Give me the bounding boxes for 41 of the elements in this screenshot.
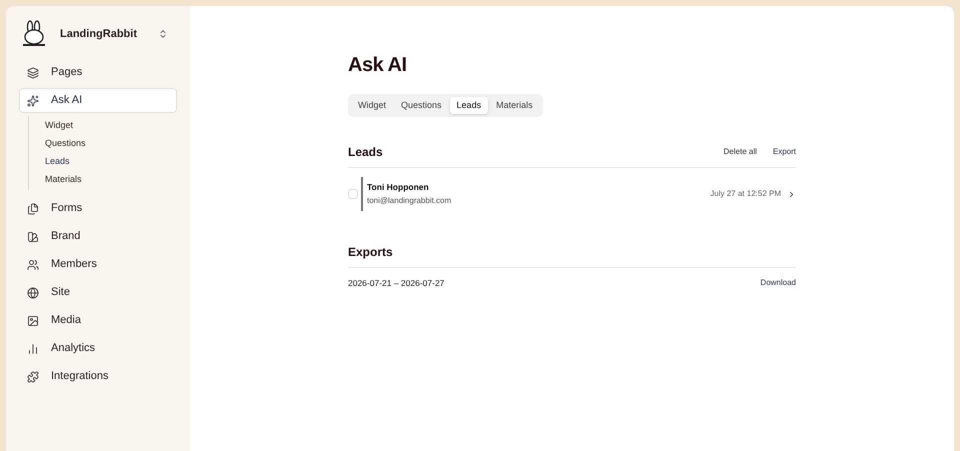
sidebar-item[interactable]: Members xyxy=(19,252,177,277)
image-icon xyxy=(27,314,39,326)
swatch-icon xyxy=(27,230,39,242)
download-link[interactable]: Download xyxy=(760,277,796,290)
lead-name: Toni Hopponen xyxy=(367,180,430,194)
section-title: Leads xyxy=(348,144,384,161)
sidebar-item[interactable]: Analytics xyxy=(19,336,177,361)
files-icon xyxy=(27,202,39,214)
sidebar-item[interactable]: Ask AI xyxy=(19,88,177,113)
chevrons-up-down-icon[interactable] xyxy=(158,29,168,39)
tab[interactable]: Leads xyxy=(450,97,488,114)
sidebar-subitem[interactable]: Questions xyxy=(29,135,86,153)
sidebar-item[interactable]: Pages xyxy=(19,60,177,85)
tab[interactable]: Questions xyxy=(394,97,449,114)
row-checkbox[interactable] xyxy=(348,189,358,199)
sidebar-item[interactable]: Site xyxy=(19,280,177,305)
workspace-name: LandingRabbit xyxy=(60,26,138,42)
bar-chart-icon xyxy=(27,342,39,354)
sidebar-item[interactable]: Integrations xyxy=(19,364,177,389)
globe-icon xyxy=(27,286,39,298)
tab[interactable]: Materials xyxy=(489,97,540,114)
sidebar-subitem[interactable]: Leads xyxy=(29,153,70,171)
layers-icon xyxy=(27,66,39,78)
rabbit-logo-icon xyxy=(20,20,48,48)
action-button[interactable]: Export xyxy=(772,146,796,158)
action-button[interactable]: Delete all xyxy=(724,146,757,158)
tab[interactable]: Widget xyxy=(351,97,394,114)
export-range: 2026-07-21 – 2026-07-27 xyxy=(348,277,446,290)
sidebar-subitem[interactable]: Materials xyxy=(29,171,82,189)
puzzle-icon xyxy=(27,370,39,382)
sidebar-item[interactable]: Brand xyxy=(19,224,177,249)
sparkles-icon xyxy=(27,94,39,106)
users-icon xyxy=(27,258,39,270)
section-title: Exports xyxy=(348,243,796,268)
sidebar-subitem[interactable]: Widget xyxy=(29,117,74,135)
lead-email: toni@landingrabbit.com xyxy=(367,195,452,208)
chevron-right-icon[interactable] xyxy=(787,190,796,198)
lead-date: July 27 at 12:52 PM xyxy=(710,188,781,200)
page-title: Ask AI xyxy=(348,53,408,78)
sidebar-item[interactable]: Forms xyxy=(19,196,177,221)
sidebar-item[interactable]: Media xyxy=(19,308,177,333)
